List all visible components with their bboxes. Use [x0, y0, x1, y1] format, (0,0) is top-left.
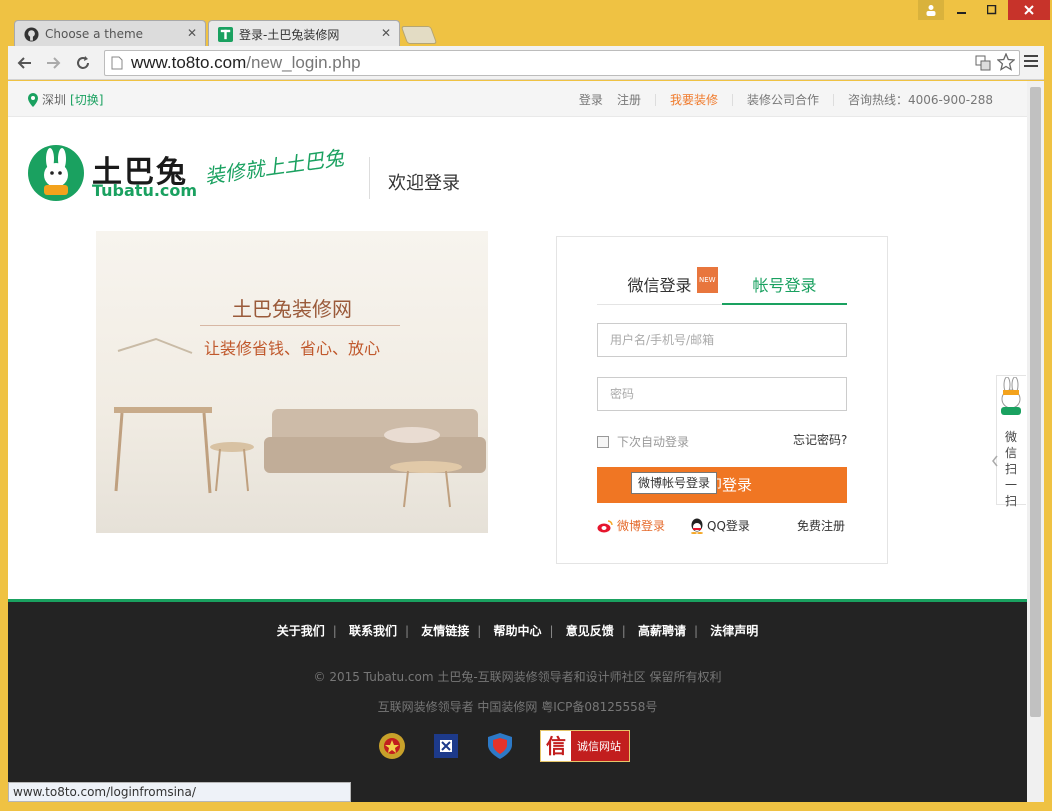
tab-account-label: 帐号登录: [752, 276, 817, 295]
weibo-login-link[interactable]: 微博登录: [597, 517, 665, 534]
chrome-menu-icon[interactable]: [1024, 54, 1040, 70]
header-divider: [369, 157, 370, 199]
scrollbar-thumb[interactable]: [1030, 87, 1041, 717]
tab-bar: Choose a theme ✕ 登录-土巴兔装修网 ✕: [0, 0, 1052, 47]
bookmark-star-icon[interactable]: [996, 52, 1016, 74]
tubatu-favicon-icon: [217, 26, 233, 42]
rabbit-mascot-icon: [992, 376, 1027, 422]
vertical-scrollbar[interactable]: [1027, 81, 1044, 802]
tab-wechat-label: 微信登录: [627, 276, 692, 295]
footer-link-help[interactable]: 帮助中心: [493, 624, 541, 638]
close-icon[interactable]: ✕: [187, 26, 197, 40]
login-link[interactable]: 登录: [579, 91, 603, 108]
login-tabs: 微信登录 NEW 帐号登录: [597, 267, 847, 305]
username-input[interactable]: 用户名/手机号/邮箱: [597, 323, 847, 357]
remember-checkbox[interactable]: [597, 435, 609, 448]
city-selector: 深圳 [切换]: [28, 91, 103, 108]
police-badge-icon[interactable]: [378, 732, 406, 760]
wechat-scan-label: 微信扫一扫: [1004, 430, 1017, 508]
weibo-login-label: 微博登录: [617, 519, 666, 533]
footer-links: 关于我们 | 联系我们 | 友情链接 | 帮助中心 | 意见反馈 | 高薪聘请 | 法律声明: [276, 624, 759, 638]
weibo-tooltip: 微博帐号登录: [631, 472, 718, 494]
tab-label: 登录-土巴兔装修网: [239, 27, 340, 42]
back-button[interactable]: [14, 52, 36, 74]
url-path: /new_login.php: [246, 53, 361, 72]
maximize-button[interactable]: [978, 0, 1006, 20]
footer-link-feedback[interactable]: 意见反馈: [566, 624, 614, 638]
footer-link-contact[interactable]: 联系我们: [349, 624, 397, 638]
footer-badges: 信 诚信网站: [378, 730, 630, 762]
logo-text-en: Tubatu.com: [92, 181, 198, 200]
user-icon[interactable]: [918, 0, 944, 20]
page-icon: [111, 56, 123, 70]
divider: [654, 93, 656, 106]
page-header: 土巴兔 Tubatu.com 装修就上土巴兔 欢迎登录: [8, 117, 1027, 225]
security-badge-icon[interactable]: [432, 732, 460, 760]
city-name: 深圳: [42, 93, 67, 107]
page-viewport: 深圳 [切换] 登录 注册 我要装修 装修公司合作 咨询热线：4006-900-…: [8, 81, 1027, 802]
hotline-text: 咨询热线：4006-900-288: [847, 93, 993, 107]
copyright-text: © 2015 Tubatu.com 土巴兔-互联网装修领导者和设计师社区 保留所…: [313, 670, 722, 684]
weibo-icon: [597, 519, 613, 533]
close-icon[interactable]: ✕: [381, 26, 391, 40]
shield-badge-icon[interactable]: [486, 732, 514, 760]
new-badge: NEW: [697, 267, 718, 293]
credit-icon: 信: [541, 731, 571, 761]
tab-choose-theme[interactable]: Choose a theme ✕: [14, 20, 206, 47]
address-bar[interactable]: www.to8to.com/new_login.php: [104, 50, 1020, 76]
status-bar: www.to8to.com/loginfromsina/: [8, 782, 351, 802]
new-tab-button[interactable]: [400, 26, 438, 44]
forgot-password-link[interactable]: 忘记密码?: [793, 431, 847, 448]
url-host: www.to8to.com: [131, 53, 247, 72]
slogan: 装修就上土巴兔: [203, 145, 346, 189]
browser-toolbar: www.to8to.com/new_login.php: [8, 46, 1044, 80]
divider: [832, 93, 834, 106]
footer-link-friends[interactable]: 友情链接: [421, 624, 469, 638]
login-panel: 微信登录 NEW 帐号登录 用户名/手机号/邮箱 密码 下次自动登录 忘记密码?…: [556, 236, 888, 564]
page-title: 欢迎登录: [388, 173, 460, 194]
tab-login[interactable]: 登录-土巴兔装修网 ✕: [208, 20, 400, 47]
living-room-illustration-icon: [114, 337, 486, 508]
qq-login-label: QQ登录: [707, 519, 750, 533]
city-switch-link[interactable]: [切换]: [70, 91, 103, 108]
register-link[interactable]: 注册: [617, 91, 641, 108]
tubatu-rabbit-logo-icon[interactable]: [28, 145, 84, 201]
page-footer: 关于我们 | 联系我们 | 友情链接 | 帮助中心 | 意见反馈 | 高薪聘请 | 法律声明…: [8, 599, 1027, 802]
qq-icon: [690, 518, 704, 534]
remember-label: 下次自动登录: [617, 435, 690, 449]
chevron-left-icon[interactable]: [990, 453, 1000, 469]
minimize-button[interactable]: [948, 0, 976, 20]
remember-me: 下次自动登录: [597, 433, 689, 450]
reload-button[interactable]: [72, 52, 94, 74]
footer-link-about[interactable]: 关于我们: [277, 624, 325, 638]
divider: [731, 93, 733, 106]
top-nav-links: 登录 注册 我要装修 装修公司合作 咨询热线：4006-900-288: [565, 91, 993, 108]
icp-text: 互联网装修领导者 中国装修网 粤ICP备08125558号: [377, 700, 658, 714]
footer-link-legal[interactable]: 法律声明: [710, 624, 758, 638]
tab-label: Choose a theme: [45, 27, 144, 41]
qq-login-link[interactable]: QQ登录: [690, 517, 750, 534]
credit-label: 诚信网站: [577, 740, 621, 753]
decorate-link[interactable]: 我要装修: [670, 91, 718, 108]
free-register-link[interactable]: 免费注册: [797, 517, 845, 534]
github-icon: [23, 26, 39, 42]
footer-link-jobs[interactable]: 高薪聘请: [638, 624, 686, 638]
forward-button[interactable]: [42, 52, 64, 74]
password-input[interactable]: 密码: [597, 377, 847, 411]
location-pin-icon: [28, 92, 38, 107]
credit-site-badge[interactable]: 信 诚信网站: [540, 730, 630, 762]
close-window-button[interactable]: [1008, 0, 1050, 20]
translate-icon[interactable]: [975, 55, 991, 74]
hero-image: 土巴兔装修网 让装修省钱、省心、放心: [96, 231, 488, 533]
tab-account-login[interactable]: 帐号登录: [722, 273, 847, 305]
cooperate-link[interactable]: 装修公司合作: [747, 91, 819, 108]
top-nav: 深圳 [切换] 登录 注册 我要装修 装修公司合作 咨询热线：4006-900-…: [8, 81, 1027, 117]
tab-wechat-login[interactable]: 微信登录 NEW: [597, 267, 722, 305]
